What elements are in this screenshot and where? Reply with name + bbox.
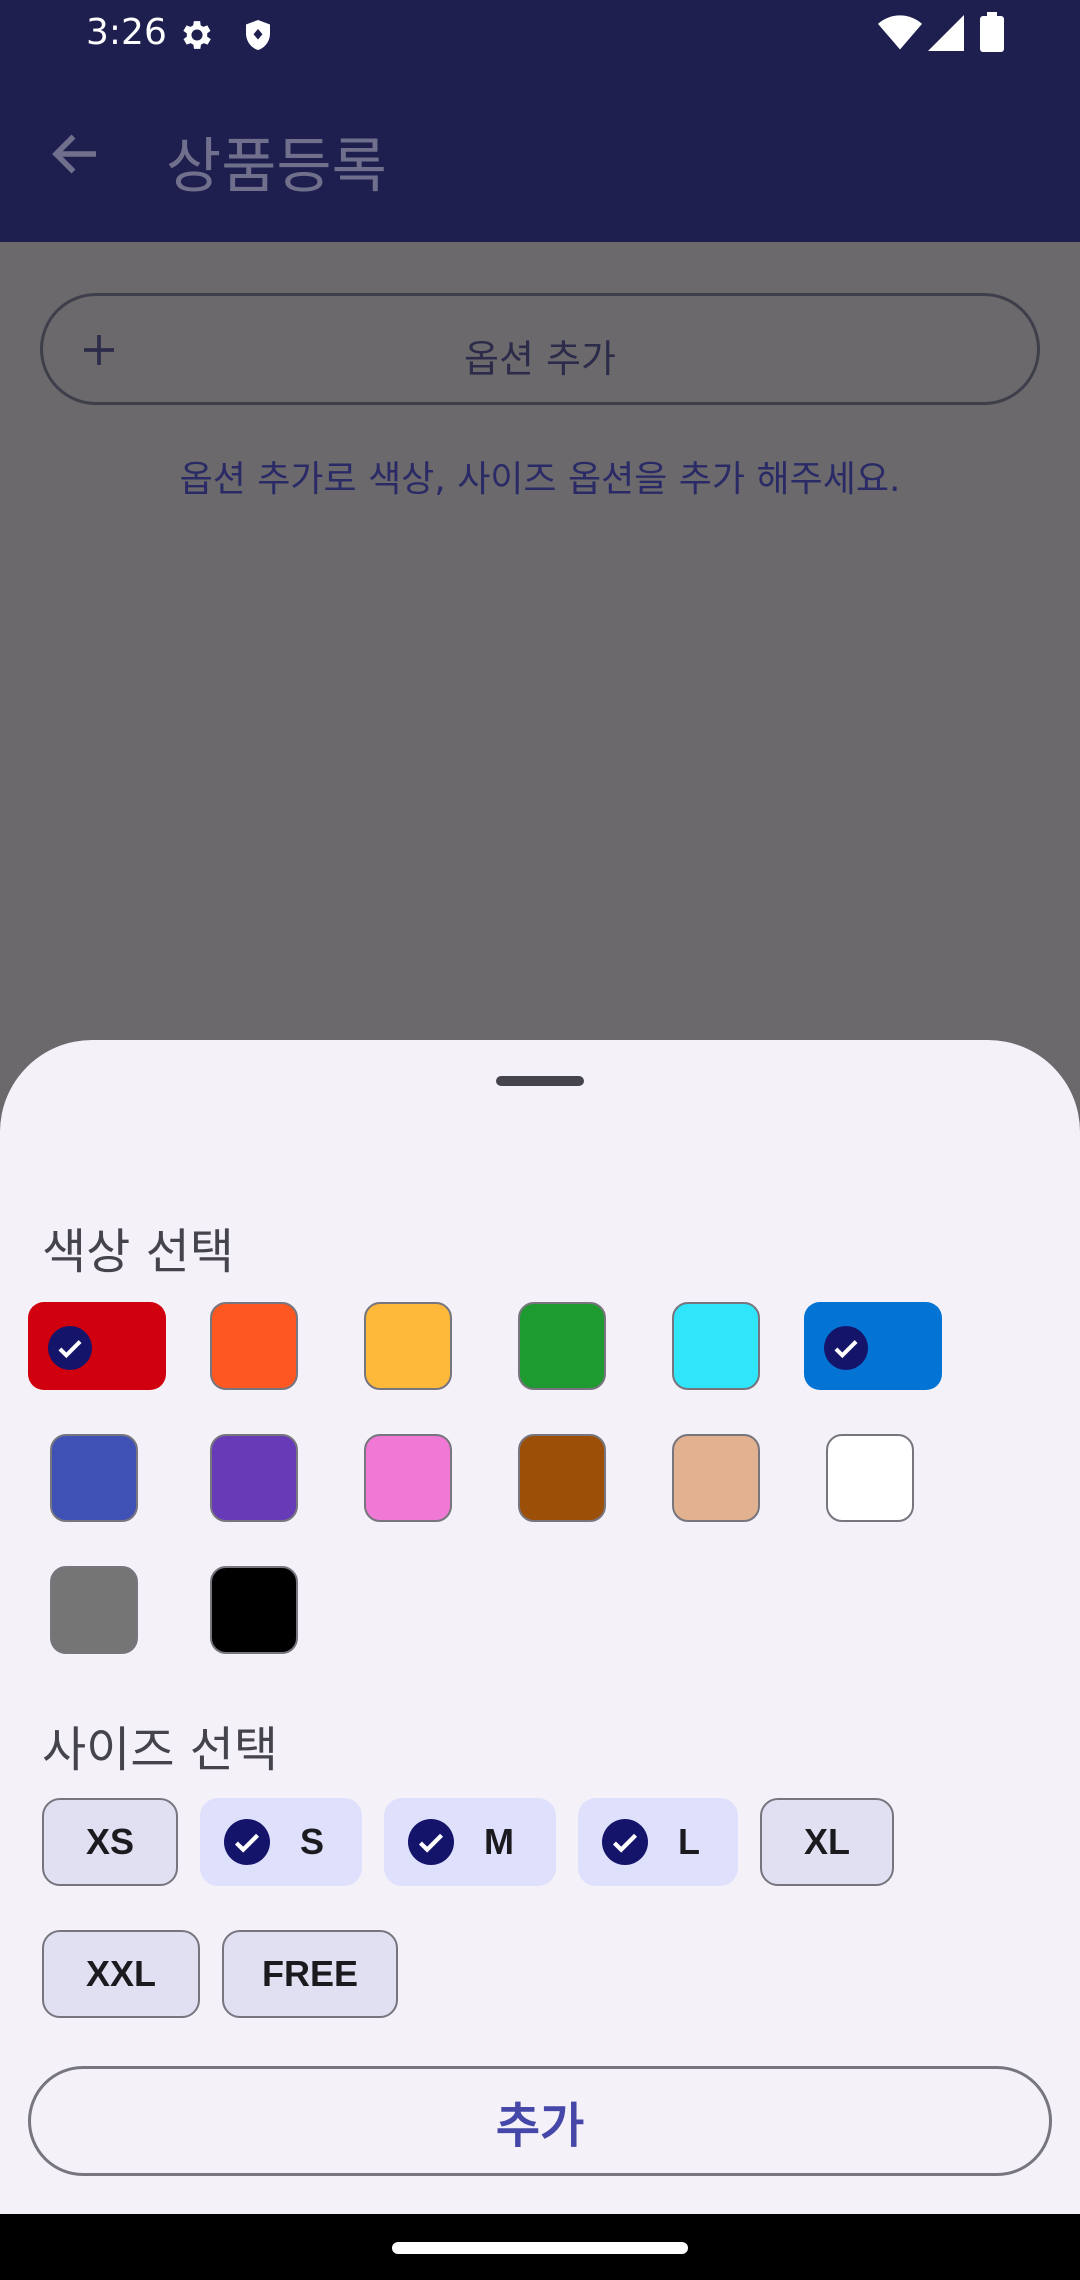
size-chip[interactable]: XL xyxy=(760,1798,894,1886)
wifi-icon xyxy=(878,15,922,50)
size-chip[interactable]: S xyxy=(200,1798,362,1886)
check-icon xyxy=(824,1326,868,1370)
navigation-bar xyxy=(0,2214,1080,2280)
size-section-title: 사이즈 선택 xyxy=(42,1722,279,1778)
color-swatch[interactable] xyxy=(364,1302,452,1390)
option-add-label: 옵션 추가 xyxy=(464,337,616,381)
color-swatch[interactable] xyxy=(518,1302,606,1390)
color-swatch[interactable] xyxy=(364,1434,452,1522)
size-chip-label: L xyxy=(678,1821,700,1862)
size-chip-label: FREE xyxy=(261,1953,358,1994)
color-swatch[interactable] xyxy=(672,1302,760,1390)
size-chip[interactable]: M xyxy=(384,1798,556,1886)
size-chip-label: M xyxy=(484,1821,514,1862)
status-bar: 3:26 xyxy=(0,0,1080,68)
add-button[interactable]: 추가 xyxy=(28,2066,1052,2176)
drag-handle[interactable] xyxy=(496,1076,584,1086)
size-chip[interactable]: XXL xyxy=(42,1930,200,2018)
page-title: 상품등록 xyxy=(166,132,387,202)
color-swatch[interactable] xyxy=(50,1434,138,1522)
status-time: 3:26 xyxy=(86,12,167,53)
size-chip-label: XS xyxy=(85,1821,135,1862)
size-chip[interactable]: XS xyxy=(42,1798,178,1886)
color-swatch[interactable] xyxy=(28,1302,166,1390)
check-icon xyxy=(602,1819,648,1865)
color-section-title: 색상 선택 xyxy=(42,1224,234,1280)
shield-icon xyxy=(246,20,270,50)
option-add-button[interactable]: 옵션 추가 xyxy=(40,293,1040,405)
bottom-sheet: 색상 선택 사이즈 선택 XS S M L XL XXL FREE 추가 xyxy=(0,1040,1080,2214)
size-chip[interactable]: FREE xyxy=(222,1930,398,2018)
battery-icon xyxy=(980,12,1004,52)
size-chip[interactable]: L xyxy=(578,1798,738,1886)
color-swatch[interactable] xyxy=(210,1302,298,1390)
option-hint-text: 옵션 추가로 색상, 사이즈 옵션을 추가 해주세요. xyxy=(179,459,901,500)
size-chip-label: XXL xyxy=(85,1953,156,1994)
home-indicator[interactable] xyxy=(392,2242,688,2254)
color-swatch[interactable] xyxy=(804,1302,942,1390)
size-chip-label: S xyxy=(300,1821,325,1862)
color-swatch[interactable] xyxy=(826,1434,914,1522)
check-icon xyxy=(224,1819,270,1865)
check-icon xyxy=(48,1326,92,1370)
check-icon xyxy=(408,1819,454,1865)
signal-icon xyxy=(928,15,964,51)
color-swatch[interactable] xyxy=(518,1434,606,1522)
size-chip-label: XL xyxy=(803,1821,850,1862)
app-bar: 상품등록 xyxy=(0,68,1080,242)
color-swatch[interactable] xyxy=(50,1566,138,1654)
color-swatch[interactable] xyxy=(210,1566,298,1654)
color-swatch[interactable] xyxy=(672,1434,760,1522)
gear-icon xyxy=(183,21,211,49)
arrow-left-icon[interactable] xyxy=(46,124,106,184)
color-swatch[interactable] xyxy=(210,1434,298,1522)
